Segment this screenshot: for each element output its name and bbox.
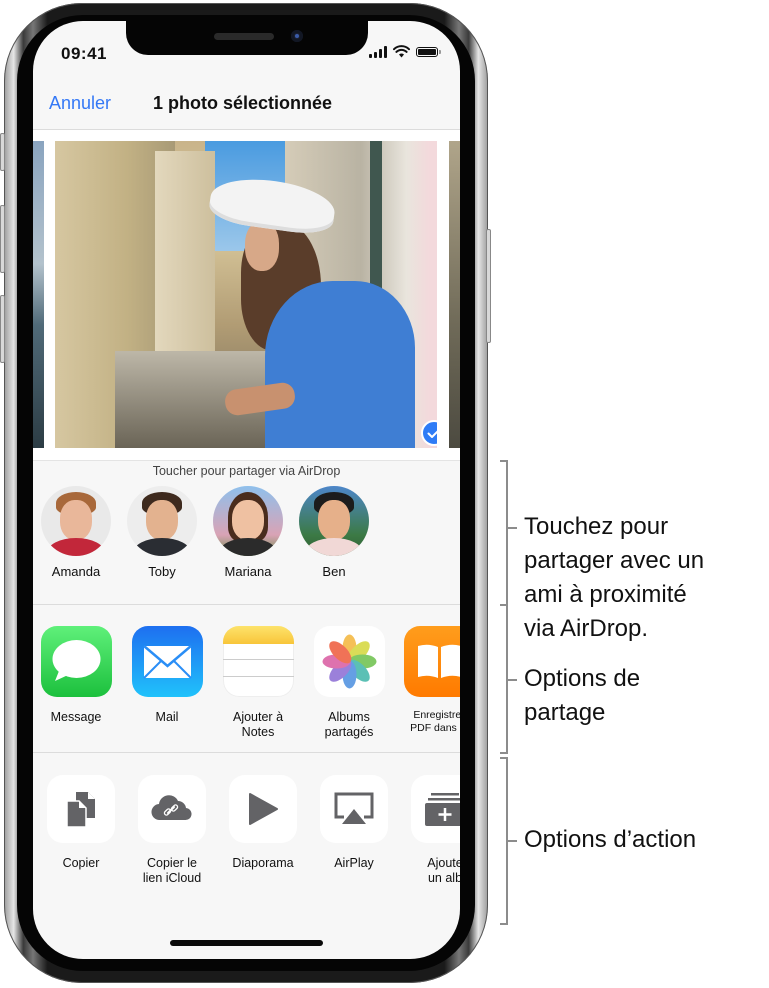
avatar (41, 486, 111, 556)
copy-icon (47, 775, 115, 843)
action-airplay[interactable]: AirPlay (309, 775, 399, 871)
app-label: Message (50, 710, 102, 724)
cellular-signal-icon (369, 45, 387, 58)
person-name: Ben (322, 564, 346, 579)
callout-action-options: Options d’action (524, 826, 697, 853)
status-time: 09:41 (61, 44, 107, 63)
airdrop-person[interactable]: Toby (119, 486, 205, 579)
action-label: Ajoute un alb (427, 856, 460, 885)
photo-thumbnail-next[interactable] (449, 141, 460, 448)
notes-icon (222, 626, 294, 697)
page-title: 1 photo sélectionnée (153, 93, 333, 113)
share-apps-row: Message Mail Ajouter à Notes Albums part… (33, 604, 460, 753)
avatar (127, 486, 197, 556)
home-indicator[interactable] (170, 940, 323, 946)
actions-row: Copier Copier le lien iCloud Diaporama A… (33, 753, 460, 903)
callout-share-options: Options de partage (524, 665, 641, 726)
bracket-tick (507, 679, 517, 681)
share-app-message[interactable]: Message (33, 626, 121, 725)
app-label: Albums partagés (324, 710, 374, 739)
airdrop-person[interactable]: Amanda (33, 486, 119, 579)
person-name: Amanda (51, 564, 101, 579)
share-app-mail[interactable]: Mail (122, 626, 212, 725)
photos-icon (313, 626, 385, 697)
books-icon (403, 626, 460, 697)
app-label: Ajouter à Notes (232, 710, 284, 739)
front-camera (291, 30, 303, 42)
icloud-link-icon (138, 775, 206, 843)
airdrop-hint: Toucher pour partager via AirDrop (152, 464, 341, 478)
mail-icon (131, 626, 203, 697)
bracket-tick (507, 527, 517, 529)
status-icons (369, 45, 441, 58)
action-label: Copier (62, 856, 100, 870)
app-label: Mail (155, 710, 179, 724)
silent-switch (0, 133, 5, 171)
avatar (213, 486, 283, 556)
photo-thumbnail-selected[interactable] (55, 141, 437, 448)
avatar (299, 486, 369, 556)
photo-thumbnail-previous[interactable] (33, 141, 44, 448)
battery-icon (416, 46, 441, 57)
bracket-tick (507, 840, 517, 842)
app-label: EnregistrerPDF dans Li (410, 709, 460, 734)
action-label: Copier le lien iCloud (142, 856, 202, 885)
cancel-button[interactable]: Annuler (49, 93, 111, 114)
play-icon (229, 775, 297, 843)
notch (126, 21, 368, 55)
person-name: Mariana (224, 564, 272, 579)
airdrop-section: Toucher pour partager via AirDrop Amanda… (33, 460, 460, 605)
action-copy[interactable]: Copier (36, 775, 126, 871)
power-button (486, 229, 491, 343)
volume-down-button (0, 295, 5, 363)
action-add-to-album[interactable]: Ajoute un alb (400, 775, 460, 886)
airplay-icon (320, 775, 388, 843)
action-copy-icloud-link[interactable]: Copier le lien iCloud (127, 775, 217, 886)
screen: 09:41 Annuler 1 photo sélectionnée Touch… (33, 21, 460, 959)
action-slideshow[interactable]: Diaporama (218, 775, 308, 871)
nav-bar: Annuler 1 photo sélectionnée (33, 81, 460, 130)
person-name: Toby (148, 564, 176, 579)
earpiece-speaker (214, 33, 274, 40)
volume-up-button (0, 205, 5, 273)
wifi-icon (393, 45, 410, 58)
callout-airdrop: Touchez pour partager avec un ami à prox… (524, 513, 705, 642)
action-label: Diaporama (232, 856, 294, 870)
messages-icon (40, 626, 112, 697)
share-app-shared-albums[interactable]: Albums partagés (304, 626, 394, 740)
airdrop-person[interactable]: Ben (291, 486, 377, 579)
share-app-books[interactable]: EnregistrerPDF dans Li (394, 626, 460, 735)
share-app-notes[interactable]: Ajouter à Notes (213, 626, 303, 740)
action-label: AirPlay (334, 856, 374, 870)
photo-carousel[interactable] (33, 130, 460, 460)
airdrop-person[interactable]: Mariana (205, 486, 291, 579)
add-album-icon (411, 775, 460, 843)
bracket-airdrop (500, 460, 508, 606)
